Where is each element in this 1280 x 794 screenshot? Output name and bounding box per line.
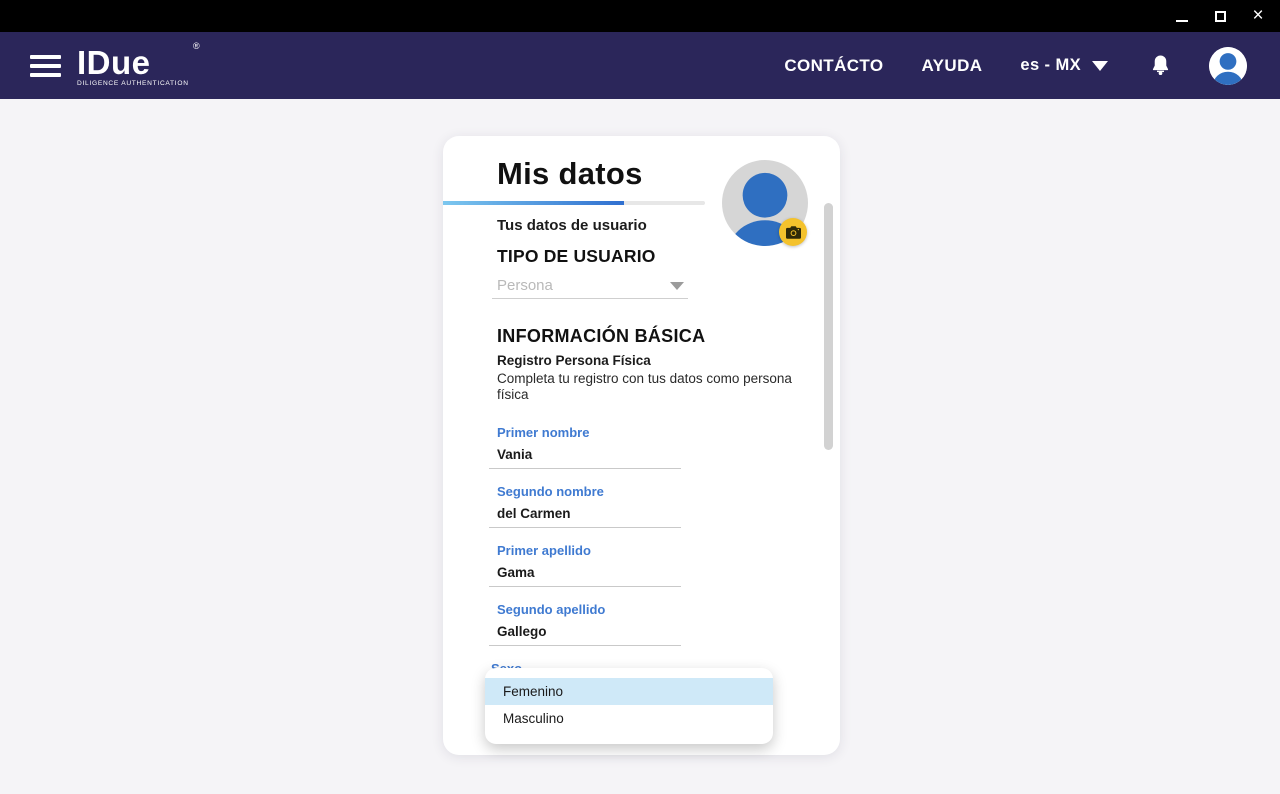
first-surname-input[interactable]: Gama bbox=[497, 565, 681, 581]
progress-fill bbox=[443, 201, 624, 205]
logo-subtitle: DILIGENCE AUTHENTICATION bbox=[77, 81, 189, 88]
option-masculino[interactable]: Masculino bbox=[485, 705, 773, 732]
profile-avatar-button[interactable] bbox=[1209, 47, 1247, 85]
field-label: Primer apellido bbox=[497, 543, 681, 558]
window-titlebar: × bbox=[0, 0, 1280, 32]
upload-photo-button[interactable] bbox=[779, 218, 807, 246]
app-logo: IDue ® DILIGENCE AUTHENTICATION bbox=[77, 46, 189, 88]
hamburger-icon bbox=[30, 55, 61, 59]
field-primer-nombre: Primer nombre Vania bbox=[489, 425, 681, 469]
maximize-button[interactable] bbox=[1212, 8, 1228, 24]
user-type-select[interactable]: Persona bbox=[492, 277, 688, 299]
option-femenino[interactable]: Femenino bbox=[485, 678, 773, 705]
user-avatar-icon bbox=[1209, 47, 1247, 85]
field-segundo-nombre: Segundo nombre del Carmen bbox=[489, 484, 681, 528]
camera-icon bbox=[786, 226, 801, 239]
basic-info-heading: INFORMACIÓN BÁSICA bbox=[497, 326, 840, 347]
language-selector[interactable]: es - MX bbox=[1020, 56, 1108, 75]
field-segundo-apellido: Segundo apellido Gallego bbox=[489, 602, 681, 646]
card-scrollbar-thumb[interactable] bbox=[824, 203, 833, 450]
user-type-value: Persona bbox=[497, 277, 553, 295]
basic-info-subheading: Registro Persona Física bbox=[497, 353, 840, 369]
bell-icon bbox=[1150, 53, 1171, 78]
nav-link-contacto[interactable]: CONTÁCTO bbox=[784, 56, 883, 76]
notifications-button[interactable] bbox=[1150, 53, 1171, 78]
close-icon: × bbox=[1252, 8, 1263, 24]
minimize-button[interactable] bbox=[1174, 8, 1190, 24]
menu-button[interactable] bbox=[30, 55, 61, 77]
user-type-heading: TIPO DE USUARIO bbox=[497, 246, 840, 266]
page-background: Mis datos Tus datos de usuario TIPO DE U… bbox=[0, 99, 1280, 794]
registered-mark: ® bbox=[193, 42, 200, 51]
field-primer-apellido: Primer apellido Gama bbox=[489, 543, 681, 587]
second-surname-input[interactable]: Gallego bbox=[497, 624, 681, 640]
field-label: Segundo apellido bbox=[497, 602, 681, 617]
minimize-icon bbox=[1176, 20, 1188, 22]
first-name-input[interactable]: Vania bbox=[497, 447, 681, 463]
language-value: es - MX bbox=[1020, 56, 1081, 75]
nav-link-ayuda[interactable]: AYUDA bbox=[922, 56, 983, 76]
maximize-icon bbox=[1215, 11, 1226, 22]
close-button[interactable]: × bbox=[1250, 8, 1266, 24]
basic-info-description: Completa tu registro con tus datos como … bbox=[497, 371, 827, 403]
mis-datos-card: Mis datos Tus datos de usuario TIPO DE U… bbox=[443, 136, 840, 755]
logo-text: IDue bbox=[77, 46, 189, 79]
field-label: Primer nombre bbox=[497, 425, 681, 440]
chevron-down-icon bbox=[1092, 61, 1108, 71]
field-label: Segundo nombre bbox=[497, 484, 681, 499]
select-arrow-icon bbox=[670, 282, 684, 290]
sexo-options-popup: Femenino Masculino bbox=[485, 668, 773, 744]
navbar: IDue ® DILIGENCE AUTHENTICATION CONTÁCTO… bbox=[0, 32, 1280, 99]
middle-name-input[interactable]: del Carmen bbox=[497, 506, 681, 522]
progress-bar bbox=[443, 201, 705, 205]
